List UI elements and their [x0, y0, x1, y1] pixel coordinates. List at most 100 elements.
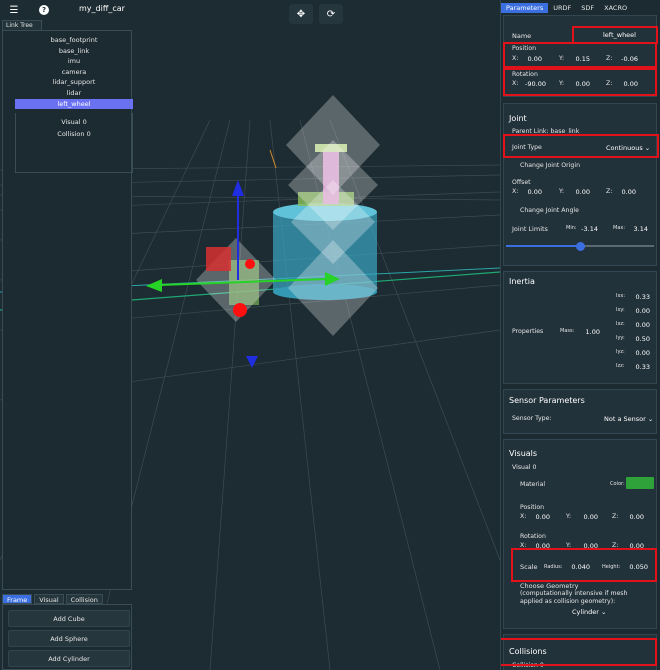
visual-item-label: Visual 0 [512, 464, 537, 471]
link-tree-tab[interactable]: Link Tree [2, 20, 42, 30]
material-color-swatch[interactable] [626, 477, 654, 489]
menu-icon[interactable]: ☰ [7, 3, 21, 17]
world-z-axis [269, 149, 277, 169]
highlight-position [503, 42, 657, 68]
geometry-note: (computationally intensive if mesh appli… [520, 590, 628, 605]
inertia-row-input[interactable]: 0.00 [628, 321, 650, 329]
mass-input[interactable]: 1.00 [578, 328, 600, 336]
selected-link-children: Visual 0 Collision 0 [15, 113, 133, 173]
highlight-scale [511, 548, 657, 582]
3d-viewport[interactable]: ☰ ? my_diff_car ✥ ⟳ Link Tree base_footp… [0, 0, 500, 670]
sensor-title: Sensor Parameters [509, 396, 585, 405]
vis-pos-y-label: Y: [566, 513, 572, 520]
link-tree-item[interactable]: lidar_support [15, 77, 133, 88]
mass-label: Mass: [560, 328, 575, 334]
offset-z-input[interactable]: 0.00 [614, 188, 636, 196]
reset-view-button[interactable]: ⟳ [319, 4, 343, 24]
element-tabs: Frame Visual Collision [2, 594, 132, 604]
chevron-down-icon: ⌄ [647, 415, 654, 423]
offset-label: Offset [512, 179, 531, 186]
link-tree-item[interactable]: left_wheel [15, 98, 133, 110]
sensor-section: Sensor Parameters Sensor Type: Not a Sen… [503, 389, 657, 434]
inertia-row-label: Ixy: [616, 307, 625, 313]
geometry-title: Choose Geometry [520, 582, 579, 590]
link-tree-item[interactable]: imu [15, 56, 133, 67]
project-title: my_diff_car [79, 4, 125, 13]
joint-angle-slider-rest[interactable] [580, 245, 654, 247]
change-joint-angle[interactable]: Change Joint Angle [520, 207, 579, 214]
sensor-type-label: Sensor Type: [512, 415, 552, 422]
joint-min-input[interactable]: -3.14 [576, 225, 598, 233]
link-tree-panel: base_footprint base_link imu camera lidar_su… [2, 30, 133, 590]
vis-pos-z-label: Z: [612, 513, 619, 520]
element-tab[interactable]: Frame [2, 594, 33, 604]
add-cube-button[interactable]: Add Cube [8, 610, 130, 627]
offset-x-input[interactable]: 0.00 [520, 188, 542, 196]
link-tree-item[interactable]: camera [15, 67, 133, 78]
format-tabs: Parameters URDF SDF XACRO [501, 3, 632, 13]
vis-pos-y-input[interactable]: 0.00 [574, 513, 598, 521]
joint-angle-slider-thumb[interactable] [575, 242, 585, 251]
vis-pos-x-input[interactable]: 0.00 [528, 513, 550, 521]
chevron-down-icon: ⌄ [601, 608, 607, 616]
min-label: Min: [566, 225, 577, 231]
vis-pos-x-label: X: [520, 513, 527, 520]
change-joint-origin[interactable]: Change Joint Origin [520, 162, 580, 169]
geometry-value: Cylinder [572, 608, 599, 616]
inertia-row-label: Ixx: [616, 293, 626, 299]
inertia-row-input[interactable]: 0.00 [628, 307, 650, 315]
visuals-title: Visuals [509, 449, 538, 458]
inertia-row-label: Izz: [616, 363, 625, 369]
link-tree-item[interactable]: base_footprint [15, 35, 133, 46]
sensor-type-select[interactable]: Not a Sensor ⌄ [604, 415, 653, 423]
joint-max-input[interactable]: 3.14 [626, 225, 648, 233]
offset-y-input[interactable]: 0.00 [566, 188, 590, 196]
inertia-row-label: Iyy: [616, 335, 625, 341]
vis-pos-z-input[interactable]: 0.00 [620, 513, 644, 521]
joint-section: Joint Parent Link: base_link Joint Type … [503, 103, 657, 266]
material-label: Material [520, 481, 546, 488]
help-glyph: ? [39, 5, 49, 15]
offset-y-label: Y: [559, 188, 565, 195]
inertia-section: Inertia Properties Mass: 1.00 Ixx: 0.33 Ix… [503, 271, 657, 384]
link-tree-item[interactable]: base_link [15, 46, 133, 57]
element-tab[interactable]: Visual [34, 594, 64, 604]
offset-x-label: X: [512, 188, 519, 195]
offset-z-label: Z: [606, 188, 613, 195]
joint-title: Joint [509, 114, 527, 123]
inertia-row-input[interactable]: 0.50 [628, 335, 650, 343]
tab-parameters[interactable]: Parameters [501, 3, 549, 13]
tab-sdf[interactable]: SDF [576, 3, 599, 13]
add-sphere-button[interactable]: Add Sphere [8, 630, 130, 647]
tab-urdf[interactable]: URDF [548, 3, 576, 13]
visual-rotation-label: Rotation [520, 533, 546, 540]
color-label: Color: [610, 481, 625, 487]
inertia-row-input[interactable]: 0.00 [628, 349, 650, 357]
link-child-item[interactable]: Visual 0 [16, 117, 132, 128]
max-label: Max: [613, 225, 626, 231]
inertia-title: Inertia [509, 277, 535, 286]
help-icon[interactable]: ? [37, 3, 51, 17]
inertia-row-input[interactable]: 0.33 [628, 293, 650, 301]
link-tree-item[interactable]: lidar [15, 88, 133, 99]
add-cylinder-button[interactable]: Add Cylinder [8, 650, 130, 667]
link-list: base_footprint base_link imu camera lidar_su… [15, 35, 133, 110]
link-child-item[interactable]: Collision 0 [16, 129, 132, 140]
inertia-row-label: Iyz: [616, 349, 625, 355]
geometry-select[interactable]: Cylinder ⌄ [572, 608, 606, 616]
visual-position-label: Position [520, 504, 545, 511]
joint-angle-slider-track[interactable] [506, 245, 580, 247]
sensor-type-value: Not a Sensor [604, 415, 646, 423]
inertia-row-label: Ixz: [616, 321, 625, 327]
tab-xacro[interactable]: XACRO [599, 3, 632, 13]
inertia-row-input[interactable]: 0.33 [628, 363, 650, 371]
name-label: Name [512, 32, 532, 40]
highlight-joint-type [503, 134, 659, 158]
properties-label: Properties [512, 328, 544, 335]
move-tool-button[interactable]: ✥ [289, 4, 313, 24]
properties-panel: Parameters URDF SDF XACRO Name left_whee… [500, 0, 660, 670]
visuals-section: Visuals Visual 0 Material Color: Positio… [503, 439, 657, 629]
joint-limits-label: Joint Limits [512, 225, 548, 233]
element-tab[interactable]: Collision [65, 594, 103, 604]
add-shape-panel: Add Cube Add Sphere Add Cylinder [2, 604, 132, 670]
